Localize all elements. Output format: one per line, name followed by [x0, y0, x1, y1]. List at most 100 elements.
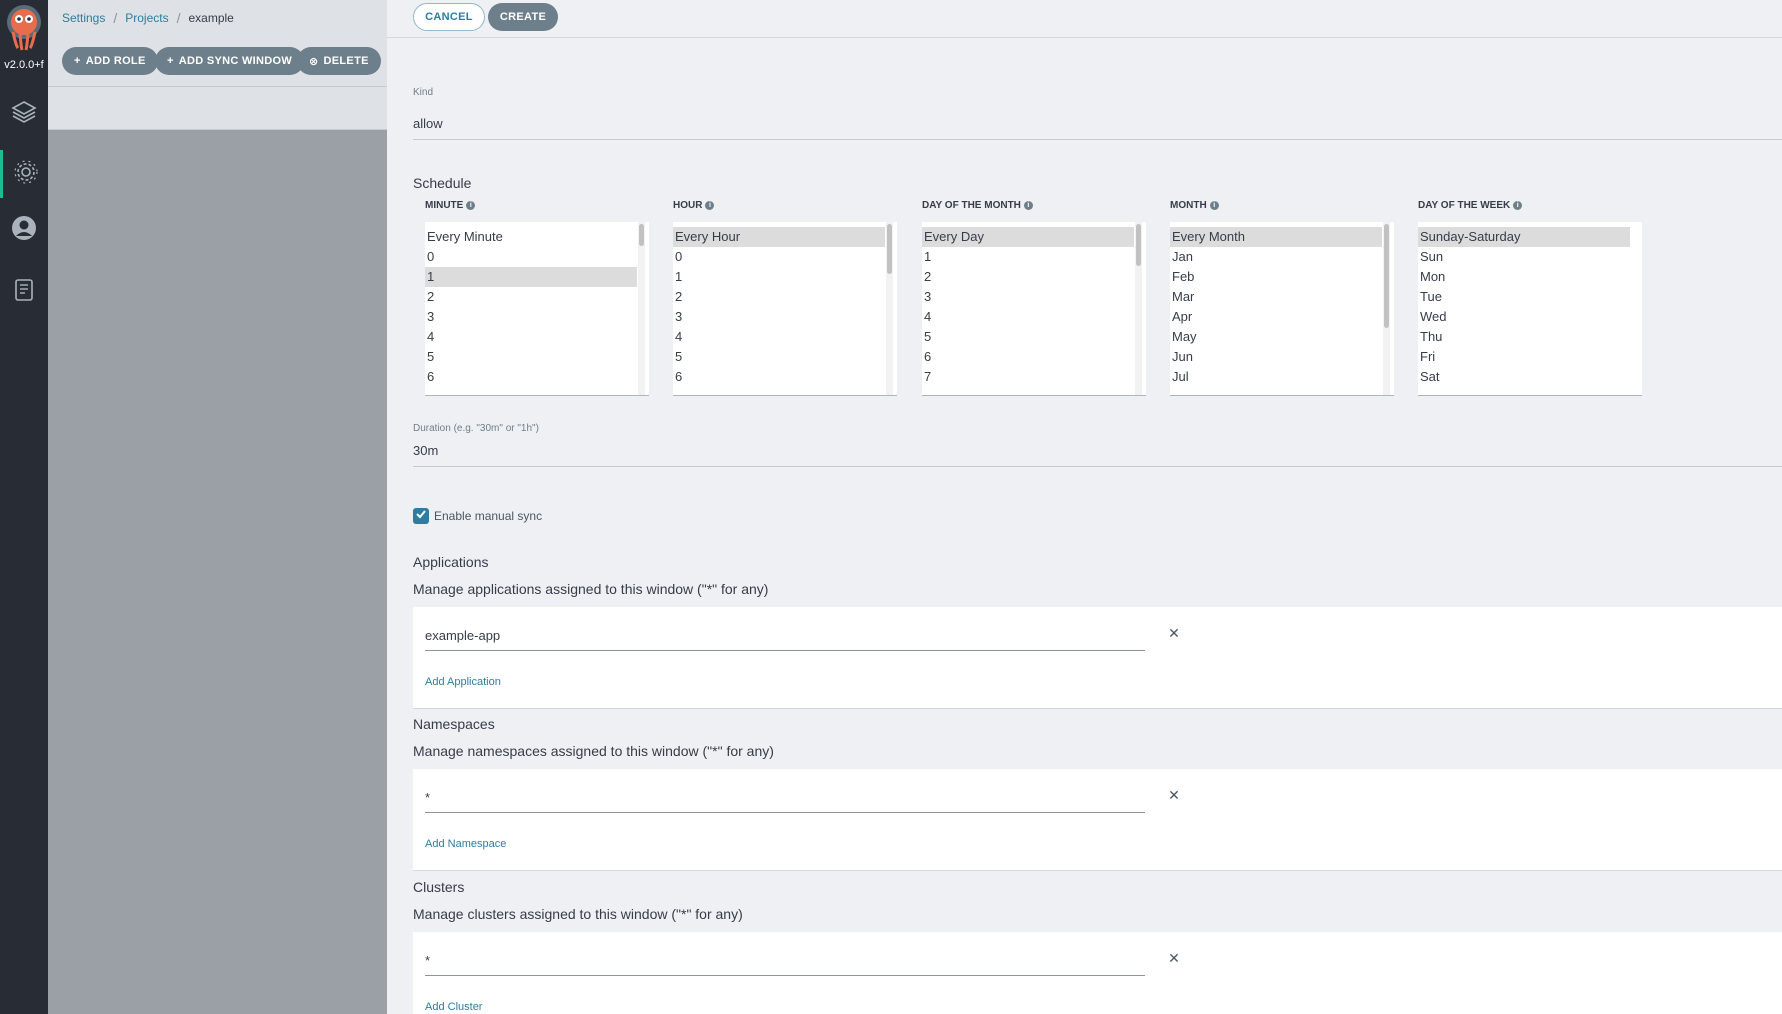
clusters-desc: Manage clusters assigned to this window …	[413, 906, 743, 922]
info-icon[interactable]: i	[1513, 201, 1523, 210]
select-option[interactable]: 6	[425, 367, 637, 387]
select-option[interactable]: Mar	[1170, 287, 1382, 307]
select-option[interactable]: 2	[673, 287, 885, 307]
cluster-input[interactable]	[425, 946, 1145, 976]
application-input[interactable]	[425, 621, 1145, 651]
select-option[interactable]: Jul	[1170, 367, 1382, 387]
select-option[interactable]: Tue	[1418, 287, 1630, 307]
select-option[interactable]: Thu	[1418, 327, 1630, 347]
select-option[interactable]: 2	[425, 287, 637, 307]
minute-label-text: MINUTE	[425, 200, 464, 211]
select-option[interactable]: 7	[922, 367, 1134, 387]
option-list: Every Hour 0 1 2 3 4 5 6	[673, 222, 897, 387]
add-cluster-link[interactable]: Add Cluster	[425, 1001, 482, 1013]
info-icon[interactable]: i	[1209, 201, 1219, 210]
nav-applications[interactable]	[0, 90, 48, 138]
nav-settings[interactable]	[0, 150, 48, 198]
remove-application-icon[interactable]: ✕	[1166, 625, 1182, 641]
remove-namespace-icon[interactable]: ✕	[1166, 787, 1182, 803]
select-option[interactable]: Sun	[1418, 247, 1630, 267]
kind-input[interactable]: allow	[413, 116, 443, 131]
select-option[interactable]: Every Minute	[425, 227, 637, 247]
select-option[interactable]: Mon	[1418, 267, 1630, 287]
panel-header: CANCEL CREATE	[387, 0, 1782, 38]
select-option[interactable]: 0	[673, 247, 885, 267]
select-option[interactable]: 1	[673, 267, 885, 287]
add-application-link[interactable]: Add Application	[425, 676, 501, 688]
cancel-button[interactable]: CANCEL	[413, 3, 485, 31]
day-of-week-select[interactable]: Sunday-Saturday Sun Mon Tue Wed Thu Fri Sat	[1418, 222, 1642, 396]
month-label-text: MONTH	[1170, 200, 1207, 211]
breadcrumb-current: example	[188, 11, 234, 25]
info-icon[interactable]: i	[1023, 201, 1033, 210]
namespace-input[interactable]	[425, 783, 1145, 813]
version-label: v2.0.0+f	[4, 59, 44, 71]
nav-user-info[interactable]	[0, 206, 48, 254]
check-icon	[415, 507, 427, 525]
add-role-button[interactable]: + ADD ROLE	[62, 47, 158, 75]
day-of-week-label: DAY OF THE WEEK i	[1418, 200, 1523, 211]
select-option[interactable]: Sat	[1418, 367, 1630, 387]
select-option[interactable]: May	[1170, 327, 1382, 347]
scrollbar-thumb[interactable]	[1384, 224, 1389, 328]
select-option[interactable]: 3	[922, 287, 1134, 307]
select-option[interactable]: 1	[425, 267, 637, 287]
create-button[interactable]: CREATE	[488, 3, 558, 31]
user-icon	[10, 214, 38, 247]
month-label: MONTH i	[1170, 200, 1219, 211]
manual-sync-checkbox[interactable]	[413, 508, 429, 524]
scrollbar-thumb[interactable]	[639, 224, 644, 246]
select-option[interactable]: 5	[673, 347, 885, 367]
close-circle-icon: ⊗	[309, 55, 319, 68]
select-option[interactable]: 1	[922, 247, 1134, 267]
select-option[interactable]: 4	[425, 327, 637, 347]
select-option[interactable]: 0	[425, 247, 637, 267]
select-option[interactable]: 5	[922, 327, 1134, 347]
scrollbar-thumb[interactable]	[1136, 224, 1141, 266]
delete-button[interactable]: ⊗ DELETE	[297, 47, 381, 75]
month-select[interactable]: Every Month Jan Feb Mar Apr May Jun Jul	[1170, 222, 1394, 396]
select-option[interactable]: Sunday-Saturday	[1418, 227, 1630, 247]
select-option[interactable]: Every Day	[922, 227, 1134, 247]
scrollbar-thumb[interactable]	[887, 224, 892, 274]
breadcrumb-projects[interactable]: Projects	[125, 11, 168, 25]
info-icon[interactable]: i	[466, 201, 476, 210]
select-option[interactable]: 3	[673, 307, 885, 327]
minute-select[interactable]: Every Minute 0 1 2 3 4 5 6	[425, 222, 649, 396]
select-option[interactable]: 4	[673, 327, 885, 347]
info-icon[interactable]: i	[705, 201, 715, 210]
select-option[interactable]: Jan	[1170, 247, 1382, 267]
hour-select[interactable]: Every Hour 0 1 2 3 4 5 6	[673, 222, 897, 396]
docs-icon	[10, 276, 38, 309]
select-option[interactable]: 5	[425, 347, 637, 367]
select-option[interactable]: Apr	[1170, 307, 1382, 327]
applications-desc: Manage applications assigned to this win…	[413, 581, 769, 597]
remove-cluster-icon[interactable]: ✕	[1166, 950, 1182, 966]
select-option[interactable]: Feb	[1170, 267, 1382, 287]
breadcrumb: Settings / Projects / example	[62, 10, 234, 26]
select-option[interactable]: Every Hour	[673, 227, 885, 247]
scrollbar-track[interactable]	[638, 222, 645, 395]
select-option[interactable]: Jun	[1170, 347, 1382, 367]
add-sync-window-label: ADD SYNC WINDOW	[178, 55, 293, 67]
breadcrumb-separator: /	[113, 10, 118, 26]
select-option[interactable]: 6	[673, 367, 885, 387]
select-option[interactable]: Wed	[1418, 307, 1630, 327]
breadcrumb-separator: /	[176, 10, 181, 26]
select-option[interactable]: Fri	[1418, 347, 1630, 367]
argo-logo-icon[interactable]	[4, 2, 44, 54]
nav-docs[interactable]	[0, 268, 48, 316]
select-option[interactable]: 3	[425, 307, 637, 327]
select-option[interactable]: 4	[922, 307, 1134, 327]
select-option[interactable]: 2	[922, 267, 1134, 287]
day-of-week-label-text: DAY OF THE WEEK	[1418, 200, 1511, 211]
layers-icon	[10, 98, 38, 131]
select-option[interactable]: 6	[922, 347, 1134, 367]
select-option[interactable]: Every Month	[1170, 227, 1382, 247]
duration-input[interactable]: 30m	[413, 443, 438, 458]
add-namespace-link[interactable]: Add Namespace	[425, 838, 506, 850]
day-of-month-select[interactable]: Every Day 1 2 3 4 5 6 7	[922, 222, 1146, 396]
add-sync-window-button[interactable]: + ADD SYNC WINDOW	[155, 47, 305, 75]
schedule-title: Schedule	[413, 175, 472, 191]
breadcrumb-settings[interactable]: Settings	[62, 11, 105, 25]
